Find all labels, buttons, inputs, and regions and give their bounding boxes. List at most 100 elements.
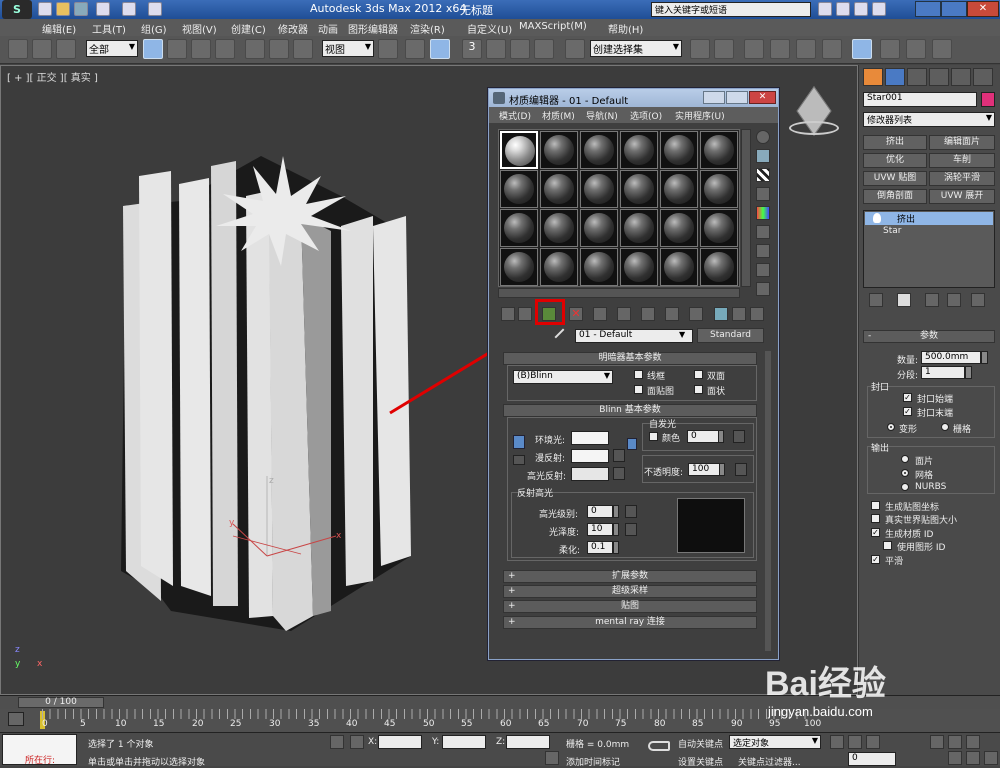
modifier-button-optimize[interactable]: 优化 — [863, 153, 927, 168]
mesh-radio[interactable] — [901, 469, 909, 477]
mirror-icon[interactable] — [690, 39, 710, 59]
selection-filter-dropdown[interactable]: 全部 — [86, 40, 138, 57]
sample-slot[interactable] — [540, 209, 578, 247]
make-preview-icon[interactable] — [756, 225, 770, 239]
remove-modifier-icon[interactable] — [947, 293, 961, 307]
schematic-view-icon[interactable] — [822, 39, 842, 59]
put-to-scene-icon[interactable] — [518, 307, 532, 321]
modifier-button-unwrap-uvw[interactable]: UVW 展开 — [929, 189, 995, 204]
spinner-snap-icon[interactable] — [534, 39, 554, 59]
sample-slot[interactable] — [620, 131, 658, 169]
menu-tools[interactable]: 工具(T) — [92, 21, 126, 36]
selection-lock-icon[interactable] — [330, 735, 344, 749]
reset-map-icon[interactable]: ✕ — [569, 307, 583, 321]
maximize-button[interactable] — [941, 1, 967, 17]
put-to-library-icon[interactable] — [617, 307, 631, 321]
render-setup-icon[interactable] — [880, 39, 900, 59]
add-time-tag-icon[interactable] — [545, 751, 559, 765]
glossiness-spinner[interactable] — [613, 523, 619, 536]
lock-diffuse-specular-icon[interactable] — [627, 438, 637, 450]
sample-slot[interactable] — [700, 248, 738, 286]
sample-slot[interactable] — [620, 209, 658, 247]
sample-slot[interactable] — [540, 248, 578, 286]
stack-item-extrude[interactable]: 挤出 — [865, 212, 993, 225]
subscription-icon[interactable] — [836, 2, 850, 16]
slots-vscrollbar[interactable] — [741, 129, 751, 287]
cap-end-checkbox[interactable]: ✓ — [903, 407, 912, 416]
blinn-rollout-header[interactable]: Blinn 基本参数 — [503, 404, 757, 417]
sample-slot[interactable] — [500, 248, 538, 286]
diffuse-map-button[interactable] — [613, 449, 625, 462]
faceted-checkbox[interactable] — [694, 385, 703, 394]
sample-slot[interactable] — [580, 131, 618, 169]
auto-key-button[interactable]: 自动关键点 — [678, 737, 723, 750]
show-end-result-icon[interactable] — [689, 307, 703, 321]
menu-group[interactable]: 组(G) — [141, 21, 167, 36]
background-checker-icon[interactable] — [756, 168, 770, 182]
menu-create[interactable]: 创建(C) — [231, 21, 266, 36]
sample-slot[interactable] — [540, 170, 578, 208]
modifier-button-lathe[interactable]: 车削 — [929, 153, 995, 168]
prev-frame-icon[interactable] — [848, 735, 862, 749]
parameters-rollout-header[interactable]: - 参数 — [863, 330, 995, 343]
set-key-button[interactable]: 设置关键点 — [678, 755, 723, 768]
mini-curve-editor-icon[interactable] — [8, 712, 24, 726]
redo-icon[interactable] — [122, 2, 136, 16]
mental-ray-rollout[interactable]: + mental ray 连接 — [503, 616, 757, 629]
medit-menu-utilities[interactable]: 实用程序(U) — [675, 109, 725, 122]
menu-rendering[interactable]: 渲染(R) — [410, 21, 445, 36]
soften-spinner[interactable] — [613, 541, 619, 554]
glossiness-input[interactable]: 10 — [587, 523, 613, 536]
cap-start-checkbox[interactable]: ✓ — [903, 393, 912, 402]
sample-slot[interactable] — [660, 131, 698, 169]
medit-scrollbar[interactable] — [765, 351, 771, 651]
rect-selection-icon[interactable] — [191, 39, 211, 59]
percent-snap-icon[interactable] — [510, 39, 530, 59]
open-file-icon[interactable] — [56, 2, 70, 16]
material-editor-titlebar[interactable]: 材质编辑器 - 01 - Default ✕ — [489, 89, 778, 107]
gen-mat-ids-checkbox[interactable]: ✓ — [871, 528, 880, 537]
object-name-input[interactable]: Star001 — [863, 92, 977, 107]
wire-checkbox[interactable] — [634, 370, 643, 379]
real-world-checkbox[interactable] — [871, 514, 880, 523]
y-coord-input[interactable] — [442, 735, 486, 749]
graphite-ribbon-icon[interactable] — [770, 39, 790, 59]
viewcube-icon[interactable] — [789, 86, 839, 136]
opacity-map-button[interactable] — [735, 463, 747, 476]
key-filters-button[interactable]: 关键点过滤器... — [738, 755, 801, 768]
binoculars-icon[interactable] — [818, 2, 832, 16]
pan-icon[interactable] — [948, 751, 962, 765]
utilities-tab-icon[interactable] — [973, 68, 993, 86]
close-button[interactable]: ✕ — [967, 1, 999, 17]
material-name-input[interactable]: 01 - Default — [575, 329, 693, 343]
play-icon[interactable] — [866, 735, 880, 749]
smooth-checkbox[interactable]: ✓ — [871, 555, 880, 564]
z-coord-input[interactable] — [506, 735, 550, 749]
stack-item-star[interactable]: Star — [865, 226, 993, 239]
gen-map-coords-checkbox[interactable] — [871, 501, 880, 510]
medit-menu-navigation[interactable]: 导航(N) — [586, 109, 618, 122]
pivot-center-icon[interactable] — [378, 39, 398, 59]
star-icon[interactable] — [854, 2, 868, 16]
morph-radio[interactable] — [887, 423, 895, 431]
medit-maximize-button[interactable] — [726, 91, 748, 104]
ref-coord-dropdown[interactable]: 视图 — [322, 40, 374, 57]
make-unique-modifier-icon[interactable] — [925, 293, 939, 307]
sample-slot[interactable] — [660, 209, 698, 247]
opacity-spinner[interactable] — [719, 463, 725, 476]
select-by-material-icon[interactable] — [756, 263, 770, 277]
add-time-tag-label[interactable]: 添加时间标记 — [566, 755, 620, 768]
opacity-value-input[interactable]: 100 — [688, 463, 720, 476]
menu-customize[interactable]: 自定义(U) — [467, 21, 512, 36]
material-name-dropdown[interactable]: ▼ — [679, 330, 691, 342]
menu-modifiers[interactable]: 修改器 — [278, 21, 308, 36]
layer-manager-icon[interactable] — [744, 39, 764, 59]
project-folder-icon[interactable] — [148, 2, 162, 16]
modifier-button-edit-patch[interactable]: 编辑面片 — [929, 135, 995, 150]
lock-ambient-diffuse-button[interactable] — [513, 435, 525, 449]
help-icon[interactable] — [872, 2, 886, 16]
sample-slot[interactable] — [540, 131, 578, 169]
bind-spacewarp-icon[interactable] — [56, 39, 76, 59]
menu-animation[interactable]: 动画 — [318, 21, 338, 36]
self-illum-color-checkbox[interactable] — [649, 432, 658, 441]
